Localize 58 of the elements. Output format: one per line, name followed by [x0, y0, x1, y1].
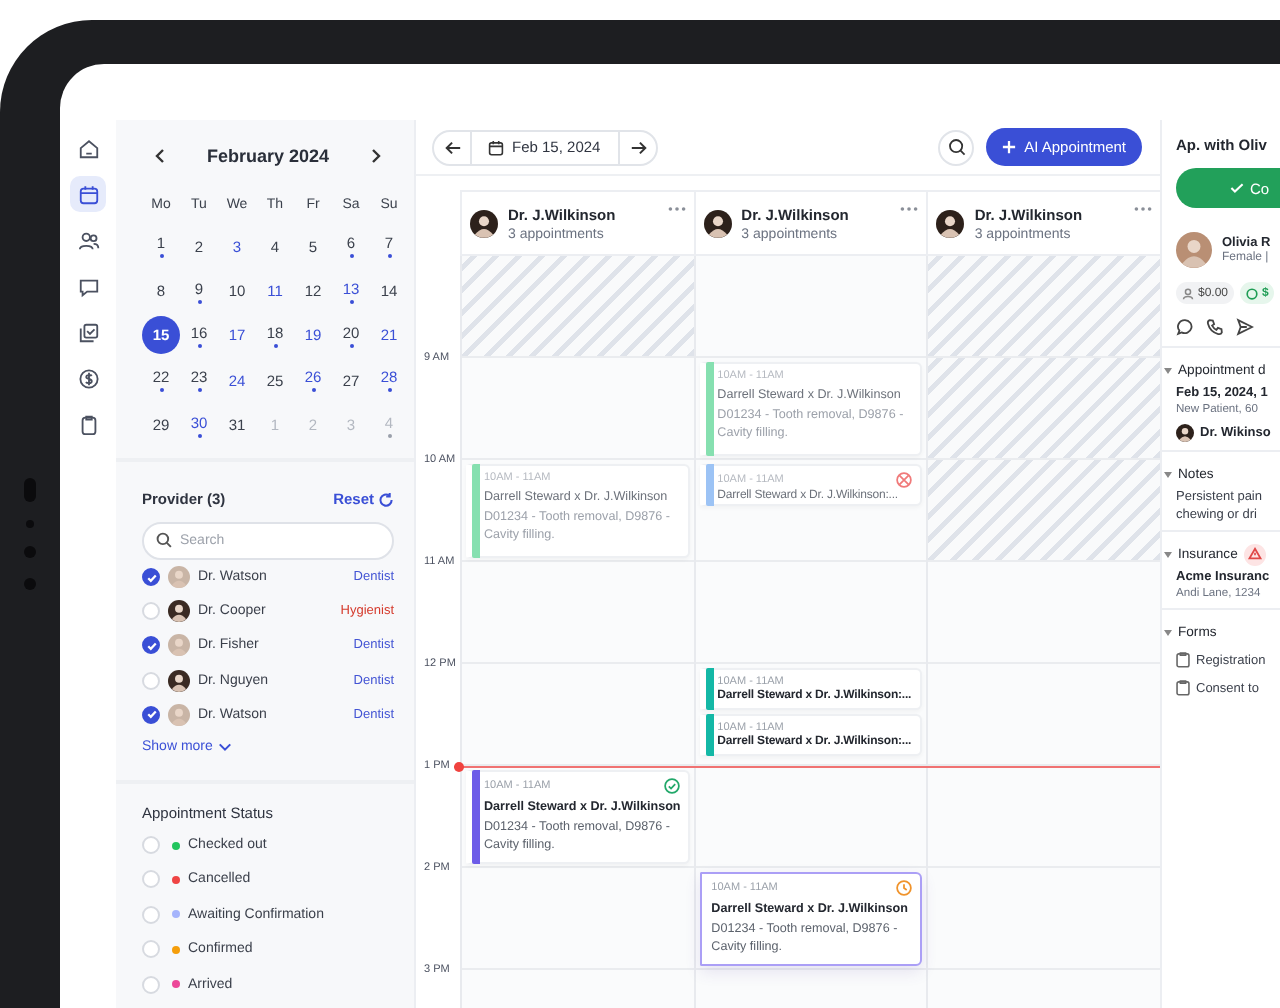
radio-button[interactable]: [142, 975, 160, 994]
caret-icon[interactable]: [1164, 367, 1172, 373]
caret-icon[interactable]: [1164, 471, 1172, 477]
more-options-button[interactable]: [1134, 204, 1153, 214]
plus-icon: [1002, 140, 1017, 154]
month-title: February 2024: [206, 146, 330, 166]
nav-button[interactable]: [70, 176, 106, 212]
chevron-left-icon: [154, 148, 166, 164]
radio-button[interactable]: [142, 905, 160, 924]
calendar-icon: [77, 183, 99, 205]
arrow-right-icon: [629, 139, 648, 155]
refresh-icon: [378, 491, 394, 508]
caret-icon[interactable]: [1164, 629, 1172, 635]
avatar-icon: [470, 209, 498, 237]
clock-icon: [896, 880, 913, 896]
send-icon[interactable]: [1236, 318, 1254, 336]
check-circle-icon: [663, 778, 680, 794]
more-options-button[interactable]: [667, 204, 686, 214]
more-icon: [667, 206, 686, 212]
avatar-icon: [168, 669, 190, 692]
arrow-left-icon: [443, 139, 461, 155]
radio-button[interactable]: [142, 836, 160, 855]
chat-icon[interactable]: [1176, 318, 1194, 336]
more-options-button[interactable]: [900, 204, 919, 214]
clipboard-icon: [1176, 680, 1190, 696]
home-icon: [77, 137, 99, 159]
avatar-icon: [168, 566, 190, 589]
avatar-icon: [168, 600, 190, 623]
avatar-icon: [168, 703, 190, 726]
checkbox[interactable]: [142, 636, 160, 655]
search-icon: [947, 138, 966, 156]
phone-icon[interactable]: [1206, 318, 1224, 336]
chat-icon: [77, 275, 99, 297]
dollar-icon: [77, 367, 99, 389]
avatar-icon: [168, 634, 190, 657]
check-icon: [1230, 182, 1244, 194]
radio-button[interactable]: [142, 940, 160, 959]
avatar-icon: [936, 209, 965, 237]
calendar-icon: [488, 139, 504, 155]
checkbox[interactable]: [142, 705, 160, 724]
people-icon: [77, 229, 99, 251]
previous-month-button[interactable]: [150, 144, 170, 168]
checkbox[interactable]: [142, 568, 160, 587]
chevron-right-icon: [369, 148, 382, 164]
search-icon: [156, 532, 172, 549]
clipboard-icon: [77, 413, 99, 435]
cancel-icon: [896, 472, 913, 488]
clipboard-icon: [1176, 652, 1190, 668]
more-icon: [1134, 206, 1153, 212]
documents-icon: [77, 321, 99, 343]
caret-icon[interactable]: [1164, 551, 1172, 557]
avatar-icon: [1176, 424, 1194, 442]
more-icon: [900, 206, 919, 212]
radio-button[interactable]: [142, 870, 160, 889]
chevron-down-icon: [218, 742, 233, 753]
avatar-icon: [1176, 232, 1212, 268]
search-button[interactable]: [938, 129, 975, 165]
avatar-icon: [703, 209, 732, 237]
